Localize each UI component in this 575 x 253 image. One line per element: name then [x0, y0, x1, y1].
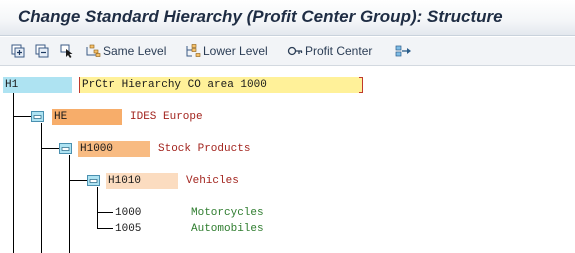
profit-center-icon — [287, 46, 303, 56]
folder-icon[interactable] — [87, 175, 100, 186]
tree-connector-h1000 — [41, 148, 59, 149]
tree-connector-h1010-children — [97, 187, 98, 229]
node-desc-h1000[interactable]: Stock Products — [156, 141, 437, 157]
page-title: Change Standard Hierarchy (Profit Center… — [18, 7, 503, 26]
selection-bracket-right — [359, 77, 363, 93]
profit-center-button[interactable]: Profit Center — [287, 42, 372, 60]
lower-level-label: Lower Level — [203, 44, 268, 58]
leaf-key-1000[interactable]: 1000 — [113, 205, 183, 221]
node-key-h1000[interactable]: H1000 — [78, 141, 150, 157]
collapse-subtree-button[interactable] — [35, 42, 49, 60]
leaf-key-1005[interactable]: 1005 — [113, 221, 183, 237]
same-level-button[interactable]: Same Level — [85, 42, 166, 60]
tree-connector-leaf-1000 — [97, 212, 113, 213]
expand-subtree-button[interactable] — [11, 42, 25, 60]
node-desc-h1010[interactable]: Vehicles — [184, 173, 465, 189]
folder-icon[interactable] — [31, 111, 44, 122]
move-node-icon — [395, 45, 411, 57]
node-desc-h1[interactable]: PrCtr Hierarchy CO area 1000 — [80, 77, 363, 93]
node-key-h1010[interactable]: H1010 — [106, 173, 178, 189]
profit-center-label: Profit Center — [305, 44, 373, 58]
title-bar: Change Standard Hierarchy (Profit Center… — [0, 0, 575, 36]
tree-connector-he-children — [41, 123, 42, 253]
tree-connector-h1000-children — [69, 155, 70, 253]
leaf-desc-1005[interactable]: Automobiles — [189, 221, 269, 237]
collapse-subtree-icon — [35, 44, 49, 58]
move-node-button[interactable] — [395, 42, 413, 60]
expand-subtree-icon — [11, 44, 25, 58]
folder-icon[interactable] — [59, 143, 72, 154]
same-level-label: Same Level — [103, 44, 167, 58]
node-key-he[interactable]: HE — [52, 109, 122, 125]
lower-level-button[interactable]: Lower Level — [185, 42, 268, 60]
tree-connector-h1 — [13, 93, 14, 253]
node-key-h1[interactable]: H1 — [3, 77, 72, 93]
tree-connector-he — [13, 116, 31, 117]
lower-level-icon — [186, 44, 201, 57]
same-level-icon — [86, 44, 101, 57]
tree-connector-leaf-1005 — [97, 228, 113, 229]
hierarchy-tree: H1 PrCtr Hierarchy CO area 1000 HE IDES … — [0, 66, 575, 253]
node-desc-he[interactable]: IDES Europe — [128, 109, 409, 125]
select-cursor-icon — [60, 44, 73, 58]
application-toolbar: Same Level Lower Level Profit Center — [0, 37, 575, 66]
select-node-button[interactable] — [60, 42, 74, 60]
leaf-desc-1000[interactable]: Motorcycles — [189, 205, 269, 221]
tree-connector-h1010 — [69, 180, 87, 181]
